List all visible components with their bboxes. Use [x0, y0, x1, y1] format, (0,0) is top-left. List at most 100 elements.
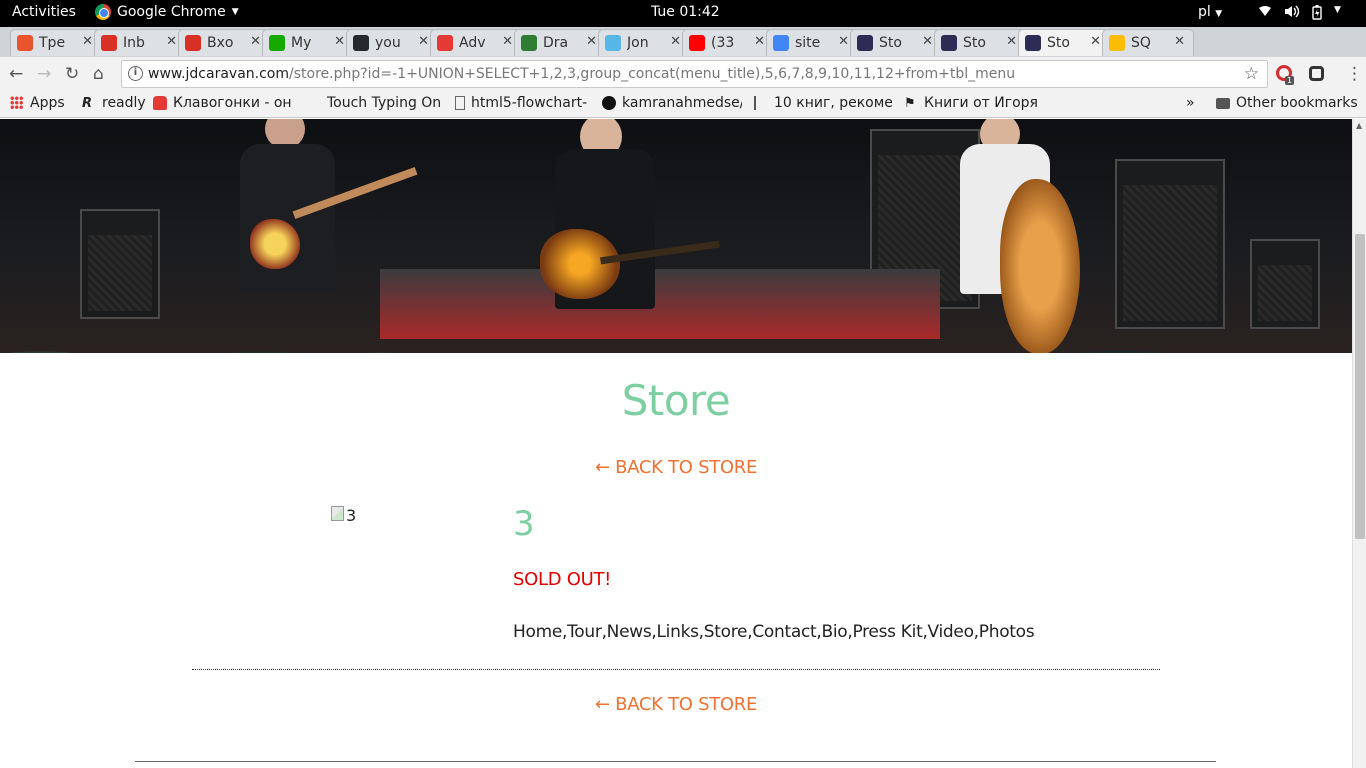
product-image: 3 — [331, 506, 356, 525]
bookmark-item[interactable]: R readly — [82, 95, 146, 111]
browser-tab[interactable]: Inb ✕ — [94, 29, 186, 56]
bookmark-label: Книги от Игоря — [924, 95, 1038, 111]
browser-tab[interactable]: (33 ✕ — [682, 29, 774, 56]
bookmarks-overflow-button[interactable]: » — [1186, 95, 1195, 111]
footer-divider — [135, 761, 1216, 762]
clock[interactable]: Tue 01:42 — [651, 4, 720, 20]
bookmark-item[interactable]: Touch Typing Onl — [327, 95, 440, 111]
draw-icon — [521, 35, 537, 51]
close-tab-icon[interactable]: ✕ — [82, 34, 93, 49]
url-text[interactable]: www.jdcaravan.com/store.php?id=-1+UNION+… — [148, 61, 1015, 87]
url-path: /store.php?id=-1+UNION+SELECT+1,2,3,grou… — [289, 66, 1016, 82]
close-tab-icon[interactable]: ✕ — [922, 34, 933, 49]
bookmark-label: kamranahmedse/c — [622, 95, 742, 111]
tab-label: (33 — [711, 35, 735, 51]
browser-tab[interactable]: My ✕ — [262, 29, 354, 56]
page-icon — [455, 96, 465, 110]
scrollbar-thumb[interactable] — [1355, 234, 1365, 539]
browser-tab[interactable]: Adv ✕ — [430, 29, 522, 56]
heart-icon — [605, 35, 621, 51]
close-tab-icon[interactable]: ✕ — [418, 34, 429, 49]
extension-opera-icon[interactable]: 1 — [1276, 65, 1295, 85]
layout-label: pl — [1198, 4, 1211, 20]
product-image-alt: 3 — [346, 506, 357, 525]
flag-icon: ⚑ — [904, 96, 916, 111]
app-menu[interactable]: Google Chrome ▼ — [95, 4, 239, 20]
browser-tab[interactable]: Вхо ✕ — [178, 29, 270, 56]
tab-strip: Тре ✕ Inb ✕ Вхо ✕ My ✕ you ✕ Adv ✕ Dra ✕ Jon ✕ (33 ✕ site ✕… — [0, 27, 1366, 76]
close-tab-icon[interactable]: ✕ — [166, 34, 177, 49]
browser-toolbar: ← → ↻ ⌂ i www.jdcaravan.com/store.php?id… — [0, 57, 1366, 91]
forward-arrow-icon[interactable]: → — [37, 64, 51, 84]
close-tab-icon[interactable]: ✕ — [1090, 34, 1101, 49]
browser-tab[interactable]: you ✕ — [346, 29, 438, 56]
page-scrollbar[interactable]: ▲ — [1352, 119, 1366, 768]
bookmark-item[interactable]: 10 книг, рекомен — [754, 95, 892, 111]
bookmark-star-icon[interactable]: ☆ — [1244, 61, 1259, 87]
close-tab-icon[interactable]: ✕ — [754, 34, 765, 49]
browser-tab[interactable]: Sto ✕ — [850, 29, 942, 56]
browser-tab[interactable]: Sto ✕ — [934, 29, 1026, 56]
bookmark-label: Apps — [30, 95, 65, 111]
close-tab-icon[interactable]: ✕ — [502, 34, 513, 49]
browser-tab[interactable]: SQ ✕ — [1102, 29, 1194, 56]
url-host: www.jdcaravan.com — [148, 66, 289, 82]
close-tab-icon[interactable]: ✕ — [670, 34, 681, 49]
gnome-top-bar: Activities Google Chrome ▼ Tue 01:42 pl … — [0, 0, 1366, 27]
scroll-up-icon[interactable]: ▲ — [1356, 121, 1362, 130]
bookmark-item[interactable]: kamranahmedse/c — [602, 95, 742, 111]
tab-label: Inb — [123, 35, 145, 51]
back-to-store-link-bottom[interactable]: ← BACK TO STORE — [0, 694, 1352, 715]
reload-icon[interactable]: ↻ — [65, 64, 79, 84]
github-icon — [602, 96, 616, 110]
readly-icon: R — [82, 96, 93, 111]
tab-label: you — [375, 35, 401, 51]
browser-tab[interactable]: site ✕ — [766, 29, 858, 56]
close-tab-icon[interactable]: ✕ — [250, 34, 261, 49]
bookmark-item[interactable]: Клавогонки - он — [153, 95, 310, 111]
chevron-down-icon: ▼ — [231, 7, 239, 17]
web-page: Store ← BACK TO STORE 3 3 SOLD OUT! Home… — [0, 119, 1352, 768]
extension-icon[interactable] — [1309, 66, 1324, 81]
other-bookmarks[interactable]: Other bookmarks — [1216, 95, 1358, 111]
bookmark-label: Touch Typing Onl — [327, 95, 440, 111]
browser-tab[interactable]: Dra ✕ — [514, 29, 606, 56]
tab-label: Jon — [627, 35, 649, 51]
chrome-menu-icon[interactable]: ⋮ — [1346, 64, 1363, 84]
tab-label: Dra — [543, 35, 569, 51]
address-bar[interactable]: i www.jdcaravan.com/store.php?id=-1+UNIO… — [121, 60, 1268, 88]
folder-icon — [1216, 97, 1230, 109]
bookmarks-bar: Apps R readly Клавогонки - он Touch Typi… — [0, 91, 1366, 118]
wifi-icon — [1258, 5, 1272, 24]
crowd — [0, 293, 1352, 353]
info-icon[interactable]: i — [128, 66, 143, 81]
close-tab-icon[interactable]: ✕ — [334, 34, 345, 49]
back-to-store-link[interactable]: ← BACK TO STORE — [0, 457, 1352, 478]
close-tab-icon[interactable]: ✕ — [1174, 34, 1185, 49]
bookmark-apps[interactable]: Apps — [10, 95, 65, 111]
system-menu[interactable]: ▼ — [1258, 5, 1341, 24]
bookmark-item[interactable]: ⚑ Книги от Игоря — [904, 95, 1041, 111]
close-tab-icon[interactable]: ✕ — [838, 34, 849, 49]
todoist-icon — [17, 35, 33, 51]
home-icon[interactable]: ⌂ — [93, 64, 104, 84]
advego-icon — [437, 35, 453, 51]
bookmark-item[interactable]: html5-flowchart- — [455, 95, 591, 111]
browser-tab[interactable]: Тре ✕ — [10, 29, 102, 56]
close-tab-icon[interactable]: ✕ — [586, 34, 597, 49]
bookmark-label: readly — [102, 95, 146, 111]
keyboard-layout[interactable]: pl ▼ — [1198, 4, 1222, 20]
tab-label: SQ — [1131, 35, 1151, 51]
close-tab-icon[interactable]: ✕ — [1006, 34, 1017, 49]
extension-badge: 1 — [1285, 76, 1295, 85]
tab-label: Тре — [39, 35, 66, 51]
chevron-down-icon: ▼ — [1334, 5, 1341, 15]
browser-tab[interactable]: Sto ✕ — [1018, 29, 1110, 56]
product-description: Home,Tour,News,Links,Store,Contact,Bio,P… — [513, 622, 1035, 642]
activities-button[interactable]: Activities — [12, 4, 76, 20]
tab-label: Adv — [459, 35, 486, 51]
browser-tab[interactable]: Jon ✕ — [598, 29, 690, 56]
back-arrow-icon[interactable]: ← — [9, 64, 23, 84]
bookmark-label: Клавогонки - он — [173, 95, 292, 111]
google-icon — [773, 35, 789, 51]
